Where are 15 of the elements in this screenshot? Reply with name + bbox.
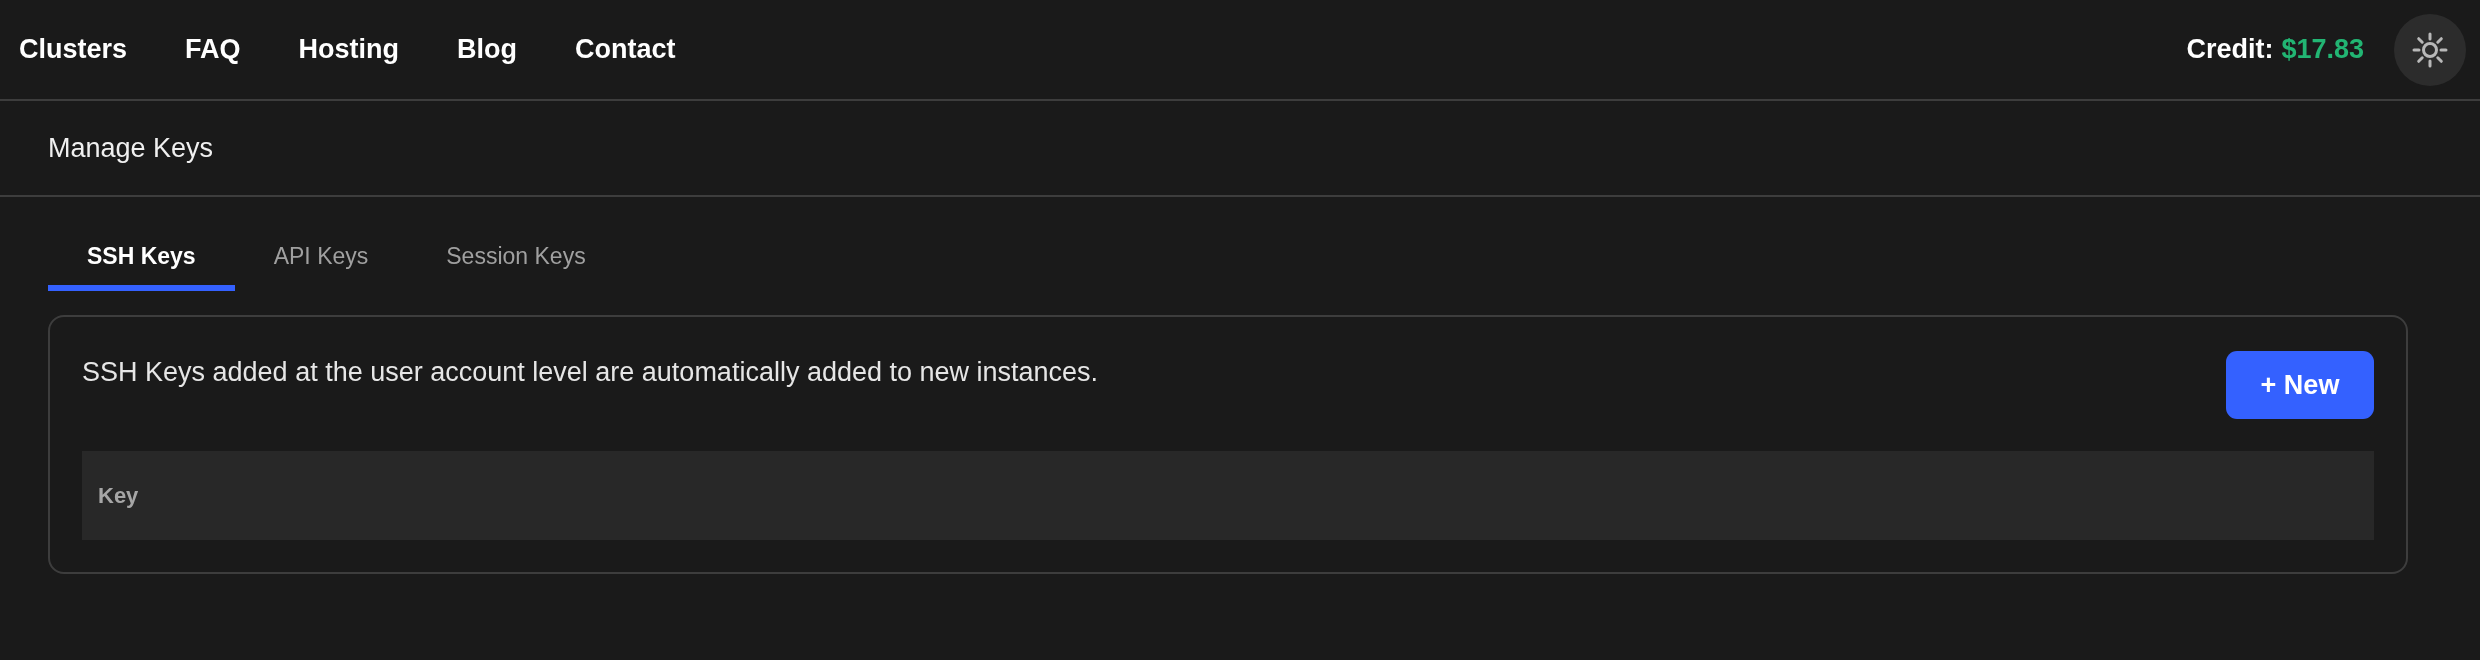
tab[interactable]: API Keys (234, 229, 408, 291)
new-key-button[interactable]: + New (2226, 351, 2374, 419)
nav-link[interactable]: Blog (457, 34, 518, 65)
credit-label: Credit: (2186, 34, 2274, 65)
tab[interactable]: Session Keys (407, 229, 625, 291)
column-header: Key (98, 482, 139, 509)
nav-link[interactable]: Contact (575, 34, 676, 65)
sun-icon (2412, 31, 2448, 68)
page-title: Manage Keys (48, 132, 214, 164)
nav-link[interactable]: Clusters (19, 34, 128, 65)
description-text: SSH Keys added at the user account level are automatically added to new instances. (82, 357, 1099, 388)
nav-link[interactable]: FAQ (185, 34, 241, 65)
tab[interactable]: SSH Keys (48, 229, 235, 291)
credit-amount: $17.83 (2281, 34, 2364, 65)
nav-link[interactable]: Hosting (298, 34, 400, 65)
